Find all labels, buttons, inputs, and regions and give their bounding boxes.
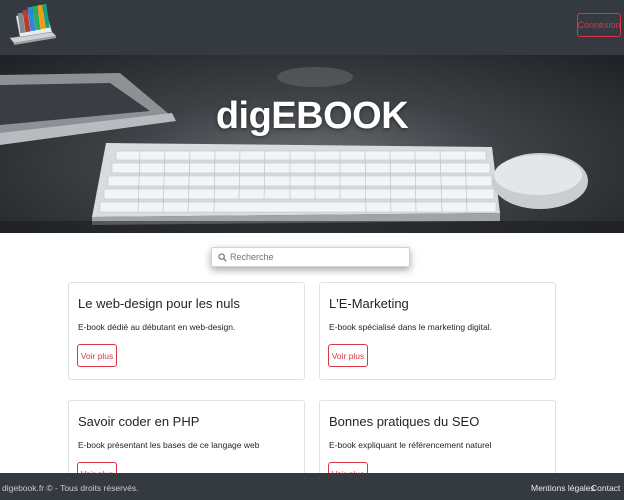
card-e-marketing: L'E-Marketing E-book spécialisé dans le … bbox=[319, 282, 556, 380]
copyright-text: digebook.fr © - Tous droits réservés. bbox=[2, 483, 139, 493]
card-title: Bonnes pratiques du SEO bbox=[329, 414, 480, 429]
navbar: Connexion bbox=[0, 0, 624, 55]
legal-notice-link[interactable]: Mentions légales bbox=[531, 483, 595, 493]
see-more-button[interactable]: Voir plus bbox=[77, 344, 117, 367]
card-description: E-book expliquant le référencement natur… bbox=[329, 440, 492, 450]
search-input[interactable] bbox=[229, 249, 407, 265]
card-description: E-book présentant les bases de ce langag… bbox=[78, 440, 260, 450]
search-bar bbox=[211, 247, 410, 267]
card-web-design: Le web-design pour les nuls E-book dédié… bbox=[68, 282, 305, 380]
card-description: E-book spécialisé dans le marketing digi… bbox=[329, 322, 493, 332]
contact-link[interactable]: Contact bbox=[591, 483, 620, 493]
site-title: digEBOOK bbox=[215, 95, 409, 137]
search-icon bbox=[215, 250, 229, 264]
logo-icon[interactable] bbox=[8, 2, 58, 50]
footer: digebook.fr © - Tous droits réservés. Me… bbox=[0, 473, 624, 500]
card-title: L'E-Marketing bbox=[329, 296, 409, 311]
keyboard-photo bbox=[0, 67, 624, 233]
hero-banner: digEBOOK bbox=[0, 55, 624, 233]
card-title: Savoir coder en PHP bbox=[78, 414, 200, 429]
card-description: E-book dédié au débutant en web-design. bbox=[78, 322, 236, 332]
see-more-button[interactable]: Voir plus bbox=[328, 344, 368, 367]
login-button[interactable]: Connexion bbox=[577, 13, 621, 37]
card-title: Le web-design pour les nuls bbox=[78, 296, 240, 311]
